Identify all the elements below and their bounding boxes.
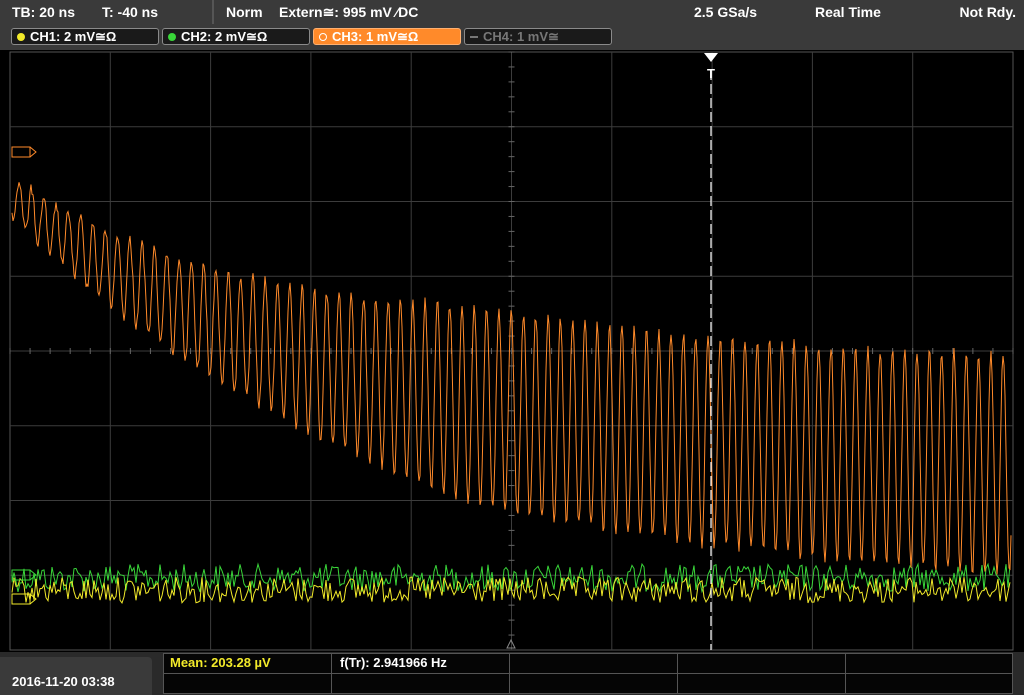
acquisition-mode[interactable]: Real Time — [815, 4, 881, 20]
channel-3-button[interactable]: CH3: 1 mV≅Ω — [313, 28, 461, 45]
mean-measurement: Mean: 203.28 µV — [170, 655, 271, 670]
channel-3-label: CH3: 1 mV≅Ω — [332, 28, 419, 44]
frequency-measurement: f(Tr): 2.941966 Hz — [340, 655, 447, 670]
channel-3-indicator-icon — [319, 32, 327, 41]
channel-2-indicator-icon — [168, 32, 176, 41]
datetime: 2016-11-20 03:38 — [12, 674, 115, 689]
measurement-table[interactable] — [163, 653, 1013, 694]
channel-1-button[interactable]: CH1: 2 mV≅Ω — [11, 28, 159, 45]
trigger-mode[interactable]: Norm — [226, 4, 263, 20]
timebase-value[interactable]: TB: 20 ns — [12, 4, 75, 20]
channel-4-off-icon — [470, 35, 478, 38]
channel-1-label: CH1: 2 mV≅Ω — [30, 28, 117, 44]
channel-4-button[interactable]: CH4: 1 mV≅ — [464, 28, 612, 45]
channel-2-label: CH2: 2 mV≅Ω — [181, 28, 268, 44]
channel-4-label: CH4: 1 mV≅ — [483, 28, 559, 44]
channel-1-indicator-icon — [17, 32, 25, 41]
waveform-display[interactable]: T — [0, 50, 1024, 652]
trigger-source[interactable]: Extern≅: 995 mV ∕DC — [279, 4, 418, 21]
sample-rate[interactable]: 2.5 GSa/s — [694, 4, 757, 20]
trigger-state: Not Rdy. — [959, 4, 1016, 20]
trigger-time-value[interactable]: T: -40 ns — [102, 4, 158, 20]
measurement-grid-h — [164, 673, 1012, 674]
trigger-marker-label: T — [707, 66, 715, 81]
channel-2-button[interactable]: CH2: 2 mV≅Ω — [162, 28, 310, 45]
